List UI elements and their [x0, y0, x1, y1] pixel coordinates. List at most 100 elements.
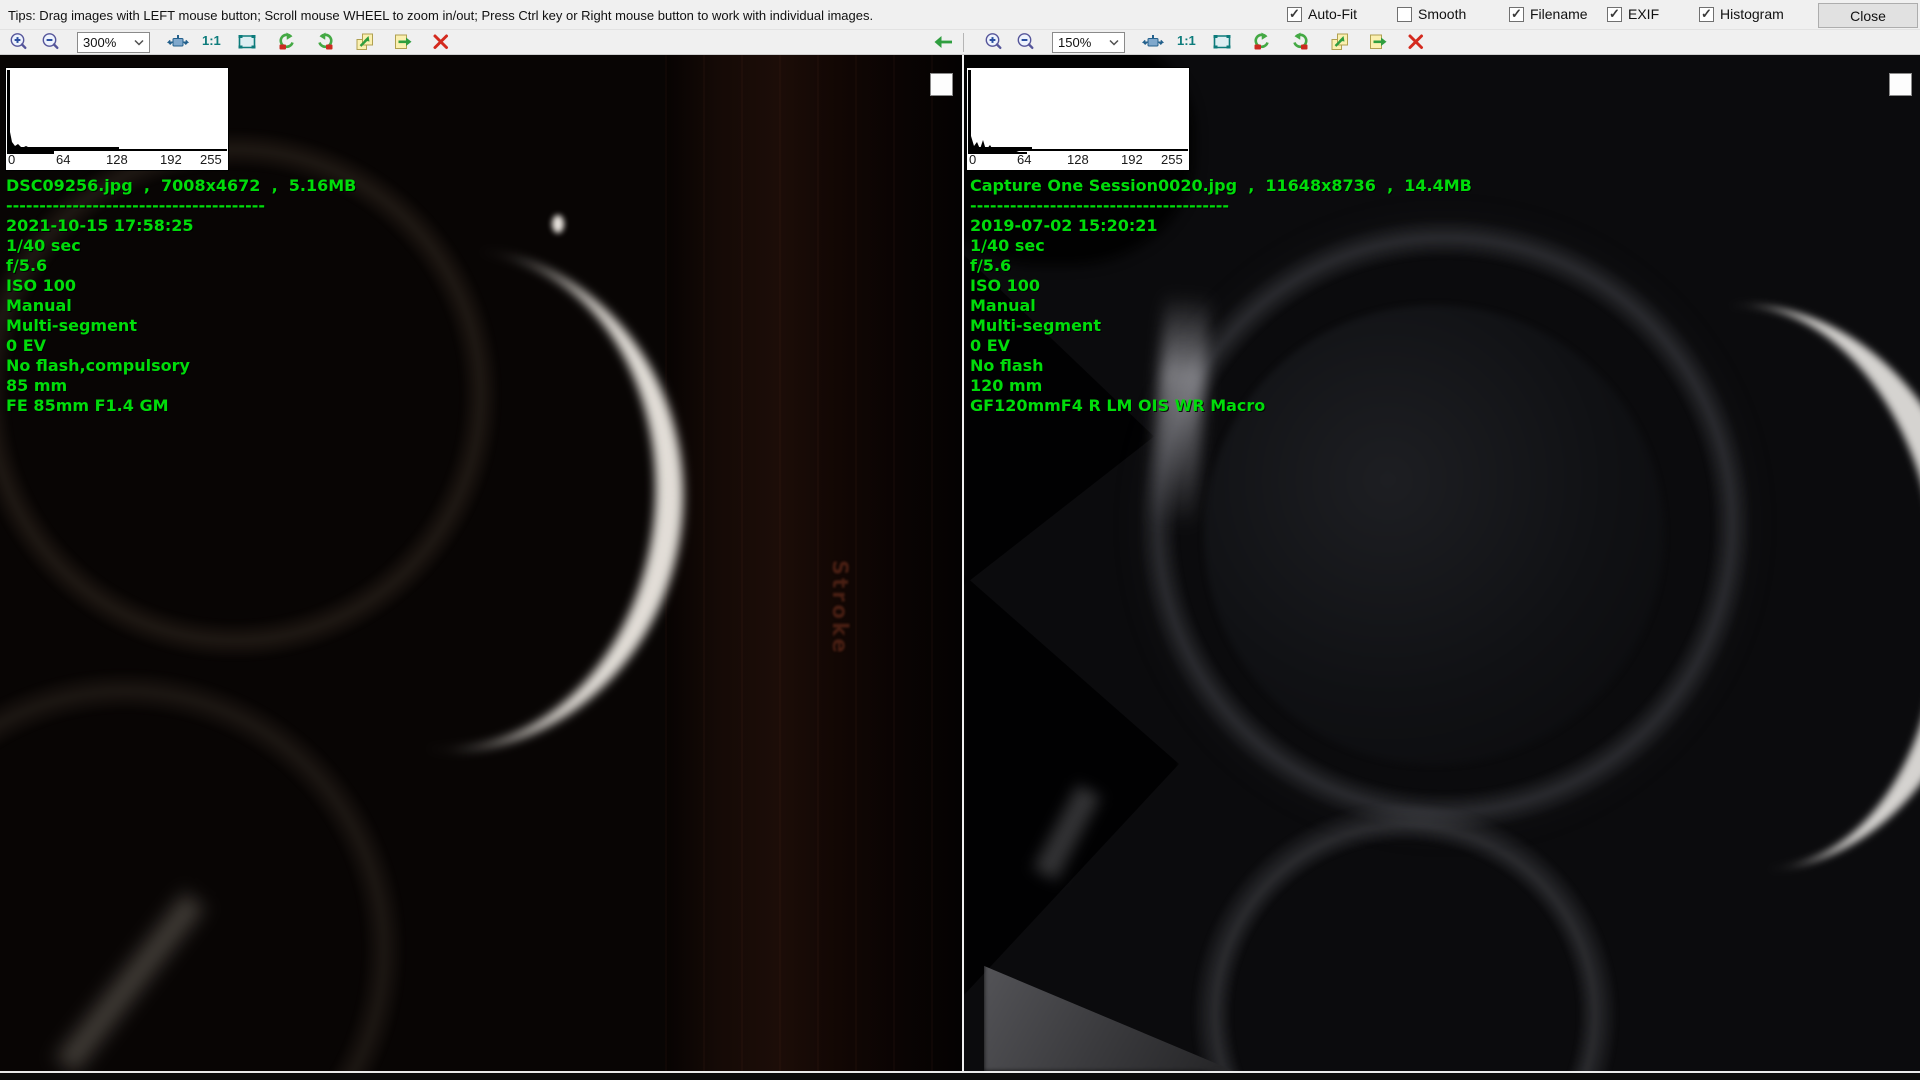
rotate-right-button-left[interactable] [312, 31, 338, 53]
remove-image-button-right[interactable] [1403, 31, 1429, 53]
check-icon: ✓ [1289, 7, 1300, 20]
rotate-left-button-left[interactable] [274, 31, 300, 53]
exif-line: 1/40 sec [6, 236, 356, 256]
white-sample-square [930, 73, 953, 96]
rotate-right-icon [1289, 31, 1311, 53]
checkbox-filename[interactable]: ✓ Filename [1509, 6, 1588, 22]
check-icon: ✓ [1609, 7, 1620, 20]
separator-line: --------------------------------------- [970, 196, 1472, 216]
exif-line: No flash [970, 356, 1472, 376]
chevron-down-icon [1109, 39, 1119, 46]
histogram-axis: 0 64 128 192 255 [6, 154, 228, 170]
pan-fit-width-button-left[interactable] [165, 31, 191, 53]
checkbox-label: Filename [1530, 6, 1588, 22]
check-icon: ✓ [1511, 7, 1522, 20]
histogram-tick: 0 [969, 152, 976, 167]
actual-size-button-left[interactable]: 1:1 [202, 33, 221, 48]
histogram-left: 0 64 128 192 255 [5, 67, 229, 171]
checkbox-histogram[interactable]: ✓ Histogram [1699, 6, 1784, 22]
zoom-level-select-left[interactable]: 300% [77, 32, 150, 53]
copy-image-button-left[interactable] [352, 31, 378, 53]
tips-bar: Tips: Drag images with LEFT mouse button… [0, 0, 1920, 30]
exif-line: 120 mm [970, 376, 1472, 396]
move-image-icon [392, 31, 414, 53]
left-image-pane[interactable]: Stroke 0 64 128 192 255 DSC09256.jpg , 7… [0, 55, 962, 1071]
checkbox-exif[interactable]: ✓ EXIF [1607, 6, 1659, 22]
exif-line: GF120mmF4 R LM OIS WR Macro [970, 396, 1472, 416]
actual-size-button-right[interactable]: 1:1 [1177, 33, 1196, 48]
histogram-axis: 0 64 128 192 255 [967, 154, 1189, 170]
compare-images-window: Tips: Drag images with LEFT mouse button… [0, 0, 1920, 1080]
zoom-in-icon [8, 31, 30, 53]
checkbox-smooth[interactable]: Smooth [1397, 6, 1466, 22]
exif-line: 2019-07-02 15:20:21 [970, 216, 1472, 236]
histogram-tick: 128 [106, 152, 128, 167]
rotate-left-icon [276, 31, 298, 53]
checkbox-label: Auto-Fit [1308, 6, 1357, 22]
histogram-plot [6, 68, 228, 154]
exif-line: ISO 100 [970, 276, 1472, 296]
histogram-tick: 64 [1017, 152, 1031, 167]
image-info-header: Capture One Session0020.jpg , 11648x8736… [970, 176, 1472, 196]
pan-fit-width-button-right[interactable] [1140, 31, 1166, 53]
remove-image-icon [1405, 31, 1427, 53]
histogram-tick: 192 [160, 152, 182, 167]
fit-window-button-left[interactable] [234, 31, 260, 53]
checkbox-label: Histogram [1720, 6, 1784, 22]
close-button[interactable]: Close [1818, 3, 1918, 28]
checkbox-label: Smooth [1418, 6, 1466, 22]
zoom-out-icon [1015, 31, 1037, 53]
exif-line: 1/40 sec [970, 236, 1472, 256]
exif-line: 0 EV [6, 336, 356, 356]
right-image-pane[interactable]: 0 64 128 192 255 Capture One Session0020… [964, 55, 1920, 1071]
move-image-icon [1367, 31, 1389, 53]
zoom-out-button-right[interactable] [1013, 31, 1039, 53]
zoom-out-button-left[interactable] [38, 31, 64, 53]
histogram-tick: 0 [8, 152, 15, 167]
zoom-level-value: 150% [1058, 35, 1109, 50]
zoom-level-select-right[interactable]: 150% [1052, 32, 1125, 53]
histogram-tick: 255 [1161, 152, 1183, 167]
checkbox-box [1397, 7, 1412, 22]
move-image-button-right[interactable] [1365, 31, 1391, 53]
photo-highlight-dot [552, 215, 564, 233]
exif-line: 2021-10-15 17:58:25 [6, 216, 356, 236]
pan-fit-width-icon [1142, 31, 1164, 53]
checkbox-auto-fit[interactable]: ✓ Auto-Fit [1287, 6, 1357, 22]
checkbox-label: EXIF [1628, 6, 1659, 22]
copy-image-icon [354, 31, 376, 53]
photo-book-spine-lines [665, 55, 962, 1071]
image-info-header: DSC09256.jpg , 7008x4672 , 5.16MB [6, 176, 356, 196]
toolbar-divider [963, 33, 964, 52]
copy-image-button-right[interactable] [1327, 31, 1353, 53]
rotate-left-icon [1251, 31, 1273, 53]
toolbar-row: 300% 1:1 [0, 30, 1920, 55]
fit-window-button-right[interactable] [1209, 31, 1235, 53]
rotate-right-button-right[interactable] [1287, 31, 1313, 53]
histogram-tick: 64 [56, 152, 70, 167]
checkbox-box: ✓ [1699, 7, 1714, 22]
rotate-right-icon [314, 31, 336, 53]
checkbox-box: ✓ [1607, 7, 1622, 22]
zoom-in-button-right[interactable] [981, 31, 1007, 53]
exif-line: FE 85mm F1.4 GM [6, 396, 356, 416]
remove-image-button-left[interactable] [428, 31, 454, 53]
rotate-left-button-right[interactable] [1249, 31, 1275, 53]
left-arrow-icon [932, 32, 954, 52]
move-image-button-left[interactable] [390, 31, 416, 53]
window-bottom-strip [0, 1073, 1920, 1080]
previous-image-button[interactable] [930, 31, 956, 53]
white-sample-square [1889, 73, 1912, 96]
separator-line: --------------------------------------- [6, 196, 356, 216]
zoom-out-icon [40, 31, 62, 53]
window-bottom-border [0, 1071, 1920, 1073]
zoom-in-button-left[interactable] [6, 31, 32, 53]
checkbox-box: ✓ [1287, 7, 1302, 22]
pane-divider [962, 55, 964, 1071]
photo-spine-text: Stroke [828, 560, 852, 656]
fit-window-icon [1211, 31, 1233, 53]
chevron-down-icon [134, 39, 144, 46]
exif-line: Manual [6, 296, 356, 316]
histogram-right: 0 64 128 192 255 [966, 67, 1190, 171]
histogram-tick: 192 [1121, 152, 1143, 167]
